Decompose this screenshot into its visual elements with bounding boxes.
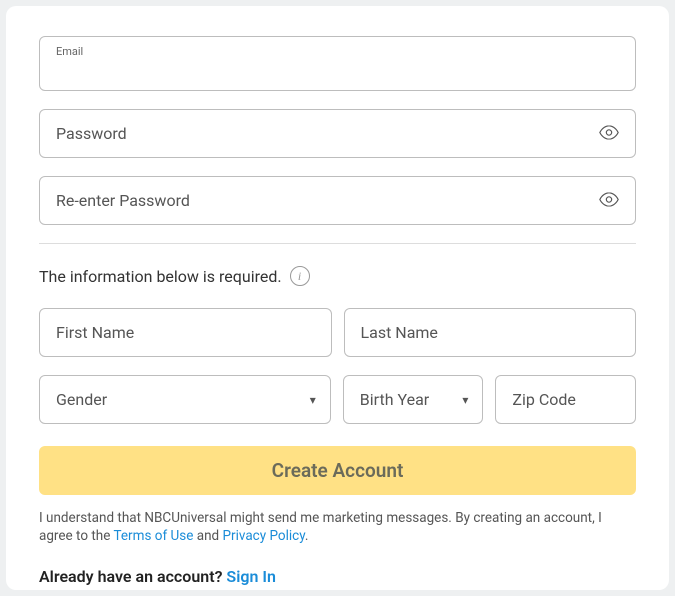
zip-input[interactable]	[496, 376, 635, 423]
legal-period: .	[305, 528, 309, 544]
email-field-wrapper[interactable]: Email	[39, 36, 636, 91]
last-name-field-wrapper[interactable]	[344, 308, 637, 357]
sign-in-link[interactable]: Sign In	[226, 567, 275, 586]
birth-year-select[interactable]: Birth Year ▾	[343, 375, 484, 424]
reenter-password-field-wrapper[interactable]	[39, 176, 636, 225]
legal-text: I understand that NBCUniversal might sen…	[39, 509, 636, 545]
info-row: The information below is required. i	[39, 266, 636, 286]
password-input[interactable]	[40, 110, 635, 157]
signin-prompt: Already have an account?	[39, 567, 226, 586]
signup-card: Email The information below is required.…	[6, 6, 669, 590]
email-label: Email	[56, 45, 619, 58]
legal-and: and	[193, 528, 222, 544]
info-text: The information below is required.	[39, 267, 282, 286]
create-account-button[interactable]: Create Account	[39, 446, 636, 495]
reenter-password-input[interactable]	[40, 177, 635, 224]
last-name-input[interactable]	[345, 309, 636, 356]
gender-select[interactable]: Gender ▾	[39, 375, 331, 424]
birth-year-select-label: Birth Year	[344, 376, 483, 423]
gender-select-label: Gender	[40, 376, 330, 423]
first-name-field-wrapper[interactable]	[39, 308, 332, 357]
zip-field-wrapper[interactable]	[495, 375, 636, 424]
terms-of-use-link[interactable]: Terms of Use	[113, 528, 193, 544]
privacy-policy-link[interactable]: Privacy Policy	[223, 528, 305, 544]
info-icon[interactable]: i	[290, 266, 310, 286]
signin-row: Already have an account? Sign In	[39, 567, 636, 586]
eye-icon[interactable]	[599, 191, 619, 210]
eye-icon[interactable]	[599, 124, 619, 143]
email-input[interactable]	[56, 60, 619, 80]
first-name-input[interactable]	[40, 309, 331, 356]
divider	[39, 243, 636, 244]
password-field-wrapper[interactable]	[39, 109, 636, 158]
